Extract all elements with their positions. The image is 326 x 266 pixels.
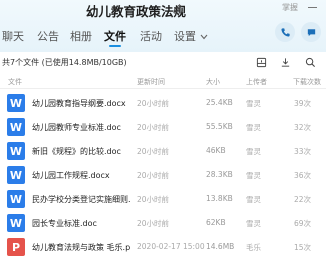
tab-chat[interactable]: 聊天 [2,28,24,44]
file-time: 20小时前 [137,123,170,132]
file-size: 13.8KB [206,194,233,203]
file-name: 幼儿园教育指导纲要.docx [32,99,126,108]
table-header: 文件 更新时间 大小 上传者 下载次数 [0,75,326,89]
group-title: 幼儿教育政策法规 [86,4,187,19]
column-name[interactable]: 文件 [8,77,22,87]
chat-bubble-icon [307,28,315,36]
file-downloads: 32次 [294,123,312,132]
file-name: 新旧《规程》的比较.doc [32,147,121,156]
file-time: 20小时前 [137,147,170,156]
file-row[interactable]: W 幼儿园工作规程.docx 20小时前 28.3KB 雪灵 36次 [0,164,326,188]
file-time: 20小时前 [137,171,170,180]
file-name: 幼儿园教师专业标准.doc [32,123,121,132]
file-name: 幼儿教育法规与政策 毛乐.ppt [32,243,130,252]
file-size: 55.5KB [206,122,233,131]
ppt-file-icon: P [7,238,25,256]
column-time[interactable]: 更新时间 [137,77,165,87]
file-uploader: 雪灵 [246,219,261,228]
file-downloads: 33次 [294,147,312,156]
column-size[interactable]: 大小 [206,77,220,87]
download-icon[interactable] [280,57,291,68]
file-uploader: 雪灵 [246,195,261,204]
file-uploader: 雪灵 [246,147,261,156]
file-time: 20小时前 [137,195,170,204]
file-row[interactable]: W 新旧《规程》的比较.doc 20小时前 46KB 雪灵 33次 [0,140,326,164]
file-uploader: 雪灵 [246,99,261,108]
tab-activity[interactable]: 活动 [140,28,162,44]
tab-notice[interactable]: 公告 [37,28,59,44]
title-bar: 幼儿教育政策法规 掌握 [0,0,326,22]
file-time: 20小时前 [137,219,170,228]
file-downloads: 39次 [294,99,312,108]
word-file-icon: W [7,214,25,232]
group-header: 幼儿教育政策法规 掌握 聊天 公告 相册 文件 活动 设置 [0,0,326,52]
file-size: 25.4KB [206,98,233,107]
file-name: 民办学校分类登记实施细则.d... [32,195,130,204]
tab-files[interactable]: 文件 [104,28,126,44]
active-tab-indicator [109,45,121,47]
file-uploader: 毛乐 [246,243,261,252]
file-row[interactable]: W 民办学校分类登记实施细则.d... 20小时前 13.8KB 雪灵 22次 [0,188,326,212]
file-row[interactable]: W 幼儿园教师专业标准.doc 20小时前 55.5KB 雪灵 32次 [0,116,326,140]
file-row[interactable]: P 幼儿教育法规与政策 毛乐.ppt 2020-02-17 15:00 14.6… [0,236,326,260]
column-uploader[interactable]: 上传者 [246,77,267,87]
file-size: 28.3KB [206,170,233,179]
file-size: 46KB [206,146,226,155]
chevron-down-icon[interactable] [200,34,208,40]
phone-icon [280,27,290,37]
minimize-button[interactable] [304,0,320,14]
file-toolbar: 共7个文件 (已使用14.8MB/10GB) [0,54,326,72]
file-row[interactable]: W 园长专业标准.doc 20小时前 62KB 雪灵 69次 [0,212,326,236]
edit-icon[interactable] [172,3,183,14]
file-size: 14.6MB [206,242,235,251]
file-downloads: 15次 [294,243,312,252]
storage-summary: 共7个文件 (已使用14.8MB/10GB) [2,58,127,67]
file-name: 园长专业标准.doc [32,219,97,228]
file-downloads: 22次 [294,195,312,204]
search-icon[interactable] [305,57,316,68]
upload-icon[interactable] [256,57,267,68]
file-uploader: 雪灵 [246,123,261,132]
word-file-icon: W [7,94,25,112]
word-file-icon: W [7,142,25,160]
word-file-icon: W [7,190,25,208]
file-row[interactable]: W 幼儿园教育指导纲要.docx 20小时前 25.4KB 雪灵 39次 [0,92,326,116]
file-size: 62KB [206,218,226,227]
column-downloads[interactable]: 下载次数 [293,77,321,87]
tab-settings[interactable]: 设置 [174,28,196,44]
word-file-icon: W [7,118,25,136]
tab-album[interactable]: 相册 [70,28,92,44]
owner-tag: 掌握 [282,3,298,12]
file-uploader: 雪灵 [246,171,261,180]
file-downloads: 36次 [294,171,312,180]
file-time: 2020-02-17 15:00 [137,242,205,251]
call-button[interactable] [275,22,295,42]
file-time: 20小时前 [137,99,170,108]
file-downloads: 69次 [294,219,312,228]
file-name: 幼儿园工作规程.docx [32,171,110,180]
word-file-icon: W [7,166,25,184]
more-button[interactable] [301,22,321,42]
